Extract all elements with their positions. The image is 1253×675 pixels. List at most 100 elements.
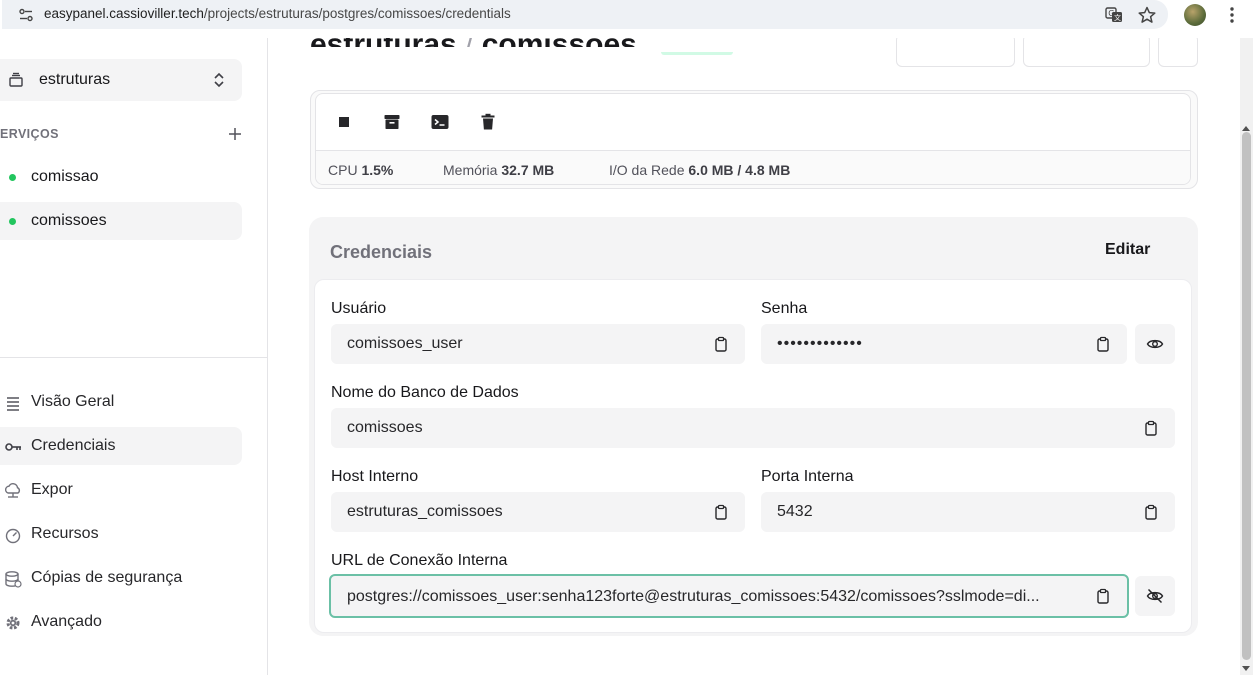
user-label: Usuário (331, 300, 387, 317)
title-project: estruturas (310, 38, 457, 47)
dbname-value: comissoes (347, 419, 423, 436)
network-label: I/O da Rede (609, 162, 685, 178)
service-item-comissao[interactable]: comissao (0, 158, 242, 196)
password-label: Senha (761, 300, 808, 317)
user-value: comissoes_user (347, 335, 463, 352)
clipboard-icon[interactable] (713, 504, 729, 520)
project-icon (9, 72, 23, 87)
translate-icon[interactable]: G 文 (1104, 5, 1124, 25)
clipboard-icon[interactable] (1095, 588, 1111, 604)
project-name: estruturas (39, 71, 111, 88)
browser-toolbar: easypanel.cassioviller.tech/projects/est… (0, 0, 1253, 30)
service-actions-card: CPU 1.5% Memória 32.7 MB I/O da Rede 6.0… (310, 90, 1198, 189)
site-settings-icon[interactable] (18, 7, 34, 23)
archive-icon[interactable] (382, 112, 402, 132)
port-value: 5432 (777, 503, 813, 520)
cpu-value: 1.5% (361, 162, 394, 178)
scroll-down-arrow[interactable] (1242, 666, 1250, 671)
status-dot (9, 218, 16, 225)
nav-label: Recursos (31, 525, 99, 542)
service-label: comissao (31, 168, 99, 185)
add-service-icon[interactable] (226, 125, 244, 143)
host-label: Host Interno (331, 468, 419, 485)
page-scrollbar[interactable] (1240, 38, 1253, 675)
sidebar-divider (0, 357, 267, 358)
password-value: ••••••••••••• (777, 335, 863, 352)
key-icon (5, 443, 21, 451)
clipboard-icon[interactable] (1143, 420, 1159, 436)
clipboard-icon[interactable] (713, 336, 729, 352)
host-value: estruturas_comissoes (347, 503, 503, 520)
scroll-up-arrow[interactable] (1242, 126, 1250, 131)
connection-url-field[interactable]: postgres://comissoes_user:senha123forte@… (329, 574, 1129, 618)
clipboard-icon[interactable] (1095, 336, 1111, 352)
clipboard-icon[interactable] (1143, 504, 1159, 520)
memory-value: 32.7 MB (501, 162, 555, 178)
dbname-field[interactable]: comissoes (331, 408, 1175, 448)
show-password-button[interactable] (1135, 324, 1175, 364)
gauge-icon (5, 528, 21, 544)
trash-icon[interactable] (478, 112, 498, 132)
nav-label: Expor (31, 481, 73, 498)
connection-url-value: postgres://comissoes_user:senha123forte@… (347, 588, 1040, 605)
terminal-icon[interactable] (430, 112, 450, 132)
nav-item-credentials[interactable]: Credenciais (0, 427, 242, 465)
cpu-stat: CPU 1.5% (328, 162, 393, 178)
scroll-thumb[interactable] (1242, 132, 1251, 660)
chevron-up-down-icon (214, 72, 224, 88)
title-service: comissoes (482, 38, 637, 47)
eye-icon (1146, 339, 1164, 349)
header-action-button[interactable] (896, 38, 1015, 67)
list-icon (7, 397, 19, 411)
url-text[interactable]: easypanel.cassioviller.tech/projects/est… (44, 6, 511, 21)
eye-off-icon (1146, 588, 1164, 604)
nav-item-overview[interactable]: Visão Geral (0, 383, 242, 421)
services-heading: ERVIÇOS (0, 127, 59, 141)
cloud-icon (4, 483, 21, 498)
sidebar: estruturas ERVIÇOS comissao comissoes Vi… (0, 38, 268, 675)
project-selector[interactable]: estruturas (0, 59, 242, 101)
dbname-label: Nome do Banco de Dados (331, 384, 519, 401)
user-field[interactable]: comissoes_user (331, 324, 745, 364)
stop-icon[interactable] (334, 112, 354, 132)
memory-stat: Memória 32.7 MB (443, 162, 554, 178)
url-host: easypanel.cassioviller.tech (44, 6, 204, 21)
credentials-form: Usuário comissoes_user Senha •••••••••••… (314, 279, 1192, 633)
edit-button[interactable]: Editar (1105, 241, 1150, 259)
resource-stats: CPU 1.5% Memória 32.7 MB I/O da Rede 6.0… (316, 150, 1190, 184)
nav-item-expose[interactable]: Expor (0, 471, 242, 509)
nav-label: Visão Geral (31, 393, 115, 410)
network-stat: I/O da Rede 6.0 MB / 4.8 MB (609, 162, 790, 178)
cpu-label: CPU (328, 162, 358, 178)
hide-url-button[interactable] (1135, 576, 1175, 616)
header-action-button[interactable] (1023, 38, 1150, 67)
main-content: estruturas / comissoes (268, 38, 1240, 675)
nav-label: Avançado (31, 613, 102, 630)
bookmark-star-icon[interactable] (1137, 5, 1157, 25)
gear-icon (6, 616, 20, 630)
credentials-title: Credenciais (330, 242, 433, 262)
nav-item-advanced[interactable]: Avançado (0, 603, 242, 641)
status-badge (661, 52, 733, 55)
nav-item-backups[interactable]: Cópias de segurança (0, 559, 242, 597)
page-title: estruturas / comissoes (310, 38, 637, 47)
service-item-comissoes[interactable]: comissoes (0, 202, 242, 240)
header-menu-button[interactable] (1158, 38, 1198, 67)
port-field[interactable]: 5432 (761, 492, 1175, 532)
profile-avatar[interactable] (1184, 4, 1206, 26)
memory-label: Memória (443, 162, 498, 178)
actions-panel: CPU 1.5% Memória 32.7 MB I/O da Rede 6.0… (315, 93, 1191, 185)
database-icon (5, 571, 22, 588)
host-field[interactable]: estruturas_comissoes (331, 492, 745, 532)
credentials-card: Credenciais Editar Usuário comissoes_use… (309, 217, 1198, 636)
svg-text:文: 文 (1114, 13, 1121, 22)
title-separator: / (465, 38, 473, 47)
password-field[interactable]: ••••••••••••• (761, 324, 1127, 364)
status-dot (9, 174, 16, 181)
nav-label: Credenciais (31, 437, 116, 454)
nav-item-resources[interactable]: Recursos (0, 515, 242, 553)
browser-menu-icon[interactable] (1222, 5, 1242, 25)
address-bar[interactable]: easypanel.cassioviller.tech/projects/est… (2, 0, 1168, 29)
network-value: 6.0 MB / 4.8 MB (688, 162, 791, 178)
port-label: Porta Interna (761, 468, 854, 485)
